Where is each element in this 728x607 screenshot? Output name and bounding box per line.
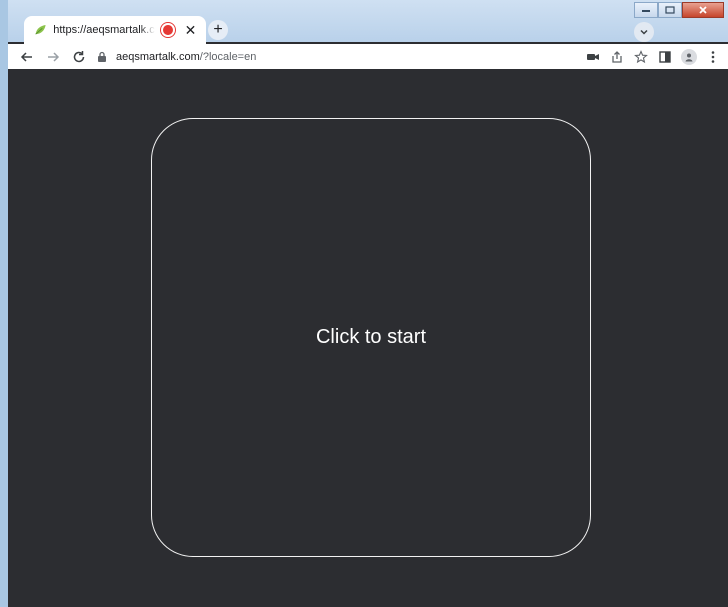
maximize-icon [665,6,675,14]
kebab-menu-icon [711,50,715,63]
lock-icon [98,51,106,62]
reload-button[interactable] [66,45,92,69]
browser-toolbar: aeqsmartalk.com/?locale=en [8,44,728,69]
toolbar-actions [582,44,724,69]
star-icon [634,49,648,63]
window-controls [634,2,724,18]
maximize-button[interactable] [658,2,682,18]
tab-search-button[interactable] [634,22,654,42]
side-panel-icon [659,50,671,63]
camera-button[interactable] [582,46,604,68]
minimize-icon [642,10,650,12]
start-button[interactable]: Click to start [151,118,591,557]
start-label: Click to start [315,326,427,348]
address-bar[interactable]: aeqsmartalk.com/?locale=en [96,46,656,67]
avatar [681,48,697,65]
recording-icon [161,23,175,37]
share-button[interactable] [606,46,628,68]
profile-button[interactable] [678,46,700,68]
arrow-right-icon [48,51,60,62]
window-left-edge [8,69,16,607]
bookmark-button[interactable] [630,46,652,68]
close-tab-icon[interactable]: ✕ [183,22,198,38]
close-icon [699,6,707,14]
menu-button[interactable] [702,46,724,68]
browser-tab[interactable]: https://aeqsmartalk.com/?locale=en ✕ [24,16,206,44]
person-icon [685,53,693,61]
url-domain: aeqsmartalk.com [116,50,200,63]
reload-icon [73,50,85,62]
title-bar: https://aeqsmartalk.com/?locale=en ✕ + [8,0,728,44]
chevron-down-icon [640,29,648,35]
page-content: Click to start [16,69,728,607]
back-button[interactable] [14,45,40,69]
url-text: aeqsmartalk.com/?locale=en [116,51,256,63]
minimize-button[interactable] [634,2,658,18]
leaf-icon [35,25,46,35]
share-icon [612,50,622,63]
arrow-left-icon [20,51,32,62]
side-panel-button[interactable] [654,46,676,68]
url-path: /?locale=en [199,50,257,63]
new-tab-button[interactable]: + [208,20,228,40]
forward-button[interactable] [40,45,66,69]
tab-title: https://aeqsmartalk.com/?locale=en [53,24,155,36]
close-window-button[interactable] [682,2,724,18]
camera-icon [587,53,599,60]
